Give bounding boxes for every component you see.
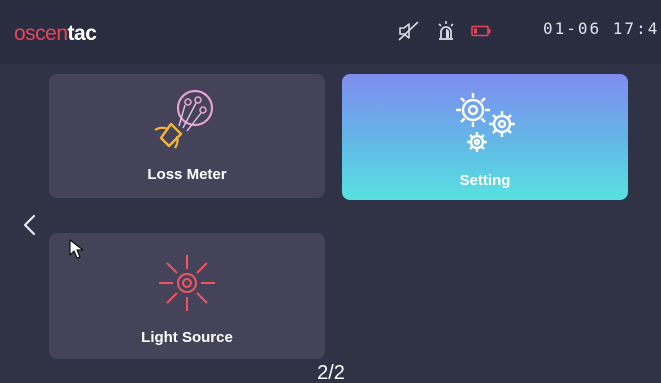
- laser-icon: [151, 249, 223, 319]
- loss-meter-icon: [151, 84, 223, 154]
- status-bar: oscentac 01-06 17:41: [0, 0, 661, 64]
- clock: 01-06 17:41: [543, 19, 661, 38]
- backlight-icon: [434, 20, 458, 42]
- tile-setting[interactable]: Setting: [342, 74, 628, 200]
- battery-low-icon: [470, 20, 494, 42]
- chevron-left-icon[interactable]: [16, 210, 42, 240]
- app-screen: oscentac 01-06 17:41 Loss Meter Setting …: [0, 0, 661, 383]
- tile-light-source[interactable]: Light Source: [49, 233, 325, 359]
- tile-label-setting: Setting: [459, 172, 511, 189]
- speaker-muted-icon: [397, 20, 421, 42]
- logo-part-1: oscen: [14, 22, 68, 45]
- mouse-cursor-icon: [68, 238, 88, 260]
- tile-label-light-source: Light Source: [141, 329, 233, 346]
- tile-loss-meter[interactable]: Loss Meter: [49, 74, 325, 198]
- page-indicator: 2/2: [317, 362, 345, 383]
- tile-label-loss-meter: Loss Meter: [147, 166, 227, 183]
- logo-part-2: tac: [67, 22, 97, 45]
- brand-logo: oscentac: [14, 22, 97, 46]
- gears-icon: [443, 84, 527, 158]
